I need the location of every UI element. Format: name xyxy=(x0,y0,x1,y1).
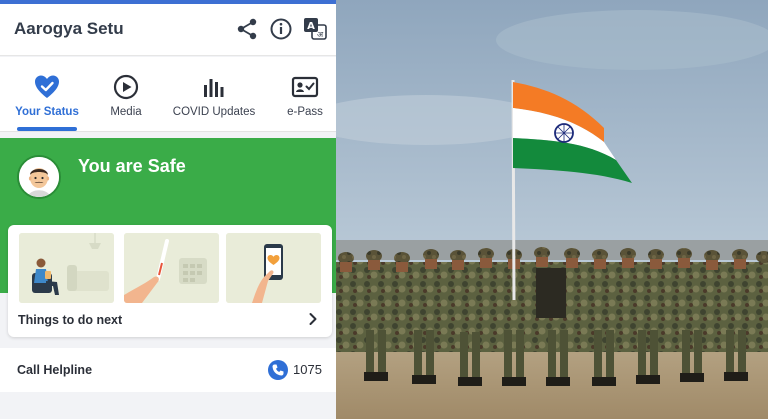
bar-chart-icon xyxy=(200,73,228,101)
app-panel: Aarogya Setu A अ Your Status Media COVID… xyxy=(0,0,336,419)
thermometer-illustration xyxy=(124,233,219,303)
app-bar: Aarogya Setu A अ xyxy=(0,4,336,56)
play-circle-icon xyxy=(112,73,140,101)
phone-app-illustration xyxy=(226,233,321,303)
tab-label: Media xyxy=(110,106,142,118)
things-to-do-label: Things to do next xyxy=(18,313,123,327)
app-title: Aarogya Setu xyxy=(14,19,124,38)
tab-media[interactable]: Media xyxy=(92,57,160,132)
tab-label: COVID Updates xyxy=(172,106,256,118)
id-card-icon xyxy=(291,73,319,101)
person-on-sofa-illustration xyxy=(19,233,114,303)
chevron-right-icon xyxy=(306,312,320,326)
call-helpline-row[interactable]: Call Helpline 1075 xyxy=(0,348,336,392)
svg-text:A: A xyxy=(307,21,315,32)
call-helpline-label: Call Helpline xyxy=(17,363,93,377)
active-tab-indicator xyxy=(17,127,77,131)
tab-label: Your Status xyxy=(15,106,79,118)
heart-check-icon xyxy=(33,73,61,101)
helpline-number: 1075 xyxy=(293,362,322,377)
tab-e-pass[interactable]: e-Pass xyxy=(272,57,336,132)
svg-text:अ: अ xyxy=(317,30,324,39)
info-icon[interactable] xyxy=(268,16,294,42)
tab-covid-updates[interactable]: COVID Updates xyxy=(164,57,264,132)
tab-label: e-Pass xyxy=(287,106,323,118)
phone-icon xyxy=(268,360,288,380)
tab-bar: Your Status Media COVID Updates e-Pass xyxy=(0,57,336,132)
tab-your-status[interactable]: Your Status xyxy=(2,57,92,132)
language-icon[interactable]: A अ xyxy=(302,16,328,42)
safety-status-text: You are Safe xyxy=(78,156,186,176)
things-to-do-card[interactable]: Things to do next xyxy=(8,225,332,337)
soldiers-with-indian-flag-photo xyxy=(336,0,768,419)
user-avatar-icon xyxy=(17,155,61,199)
share-icon[interactable] xyxy=(234,16,260,42)
